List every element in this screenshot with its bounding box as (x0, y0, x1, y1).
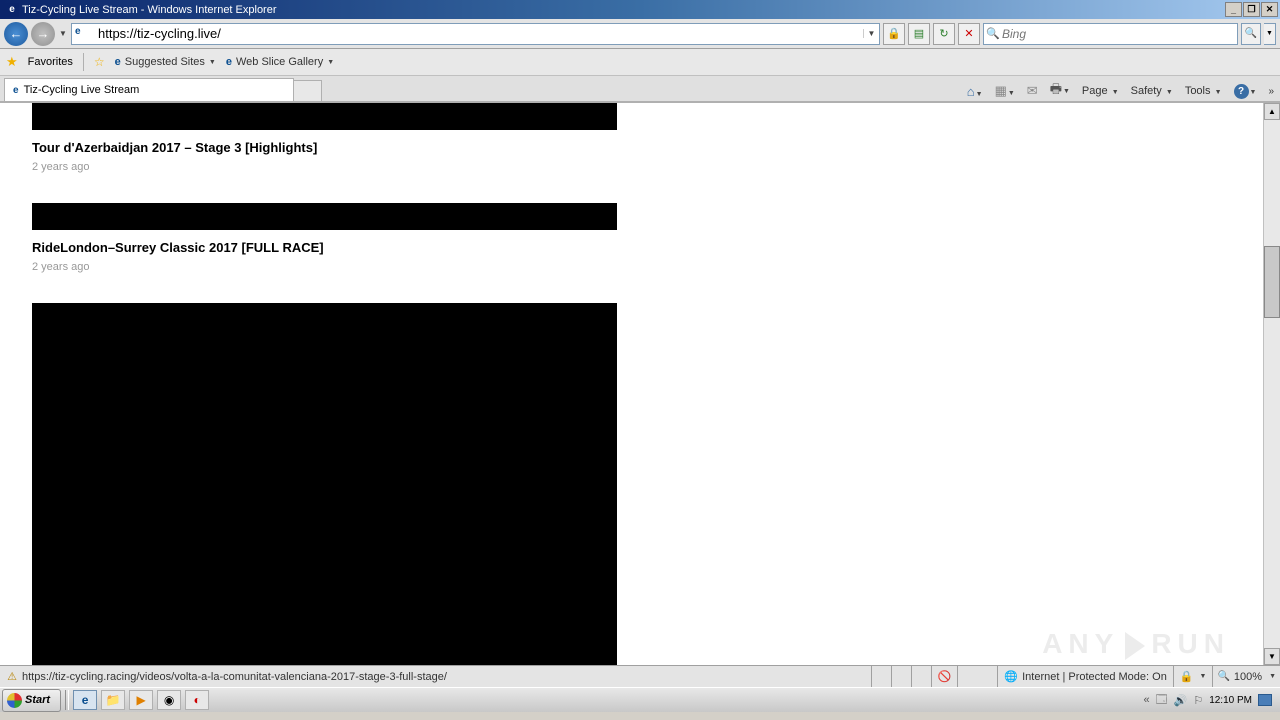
separator (65, 690, 69, 710)
page-menu[interactable]: Page ▼ (1082, 85, 1119, 97)
zoom-control[interactable]: 🔍 100% ▼ (1212, 666, 1280, 687)
vertical-scrollbar[interactable]: ▲ ▼ (1263, 103, 1280, 665)
favorites-star-icon[interactable]: ★ (6, 54, 18, 70)
status-bar: ⚠ https://tiz-cycling.racing/videos/volt… (0, 665, 1280, 687)
globe-icon: 🌐 (1004, 670, 1018, 683)
address-bar[interactable]: e ▼ (71, 23, 880, 45)
home-button[interactable]: ⌂▼ (967, 84, 983, 99)
scroll-track[interactable] (1264, 120, 1280, 648)
navigation-bar: ← → ▼ e ▼ 🔒 ▤ ↻ ✕ 🔍 🔍 ▼ (0, 19, 1280, 49)
compat-view-icon[interactable]: ▤ (908, 23, 930, 45)
separator (83, 53, 84, 71)
scroll-up-button[interactable]: ▲ (1264, 103, 1280, 120)
start-orb-icon (7, 693, 22, 708)
title-bar: e Tiz-Cycling Live Stream - Windows Inte… (0, 0, 1280, 19)
new-tab-button[interactable] (294, 80, 322, 101)
maximize-button[interactable]: ❐ (1243, 2, 1260, 17)
video-title[interactable]: RideLondon–Surrey Classic 2017 [FULL RAC… (32, 240, 617, 255)
status-seg (891, 666, 911, 687)
search-button[interactable]: 🔍 (1241, 23, 1261, 45)
overflow-button[interactable]: » (1268, 86, 1274, 97)
web-slice-gallery-link[interactable]: e Web Slice Gallery ▼ (226, 56, 334, 68)
security-zone[interactable]: 🌐 Internet | Protected Mode: On (997, 666, 1172, 687)
tray-flag-icon[interactable]: ⚐ (1193, 694, 1203, 707)
taskbar-app-shield[interactable]: ◐ (185, 690, 209, 710)
start-button[interactable]: Start (2, 689, 61, 712)
chevron-down-icon: ▼ (327, 59, 334, 66)
page-icon: e (75, 26, 91, 42)
taskbar-app-ie[interactable]: e (73, 690, 97, 710)
video-meta: 2 years ago (32, 261, 617, 273)
back-button[interactable]: ← (4, 22, 28, 46)
tab-bar: e Tiz-Cycling Live Stream ⌂▼ ▦▼ ✉ 🖶▼ Pag… (0, 76, 1280, 103)
tray-volume-icon[interactable]: 🔊 (1174, 694, 1188, 707)
video-card[interactable]: Tour d'Azerbaidjan 2017 – Stage 3 [Highl… (32, 103, 617, 173)
favorites-label[interactable]: Favorites (28, 56, 73, 68)
mail-button[interactable]: ✉ (1027, 83, 1038, 99)
scroll-down-button[interactable]: ▼ (1264, 648, 1280, 665)
lock-icon[interactable]: 🔒 (883, 23, 905, 45)
status-seg (911, 666, 931, 687)
show-desktop-button[interactable] (1258, 694, 1272, 706)
feeds-button[interactable]: ▦▼ (995, 83, 1015, 99)
tools-menu[interactable]: Tools ▼ (1185, 85, 1222, 97)
video-thumbnail[interactable] (32, 303, 617, 665)
chevron-down-icon: ▼ (209, 59, 216, 66)
system-tray: « 🗔 🔊 ⚐ 12:10 PM (1144, 691, 1280, 710)
add-favorite-icon[interactable]: ☆ (94, 55, 105, 69)
tray-icon[interactable]: 🗔 (1156, 691, 1168, 710)
tray-expand-icon[interactable]: « (1144, 694, 1150, 706)
status-seg (957, 666, 997, 687)
clock[interactable]: 12:10 PM (1209, 695, 1252, 706)
nav-history-dropdown[interactable]: ▼ (58, 29, 68, 38)
popup-blocked-icon[interactable]: 🚫 (931, 666, 958, 687)
warning-icon[interactable]: ⚠ (4, 670, 20, 683)
refresh-button[interactable]: ↻ (933, 23, 955, 45)
safety-menu[interactable]: Safety ▼ (1131, 85, 1173, 97)
ie-icon: e (226, 56, 232, 68)
video-card[interactable]: Volta a la Comunitat Valenciana 2017 – S… (32, 303, 617, 665)
tab-label: Tiz-Cycling Live Stream (24, 84, 140, 96)
video-meta: 2 years ago (32, 161, 617, 173)
status-url: https://tiz-cycling.racing/videos/volta-… (20, 671, 871, 683)
video-thumbnail[interactable] (32, 103, 617, 130)
status-seg (871, 666, 891, 687)
taskbar-app-explorer[interactable]: 📁 (101, 690, 125, 710)
close-button[interactable]: ✕ (1261, 2, 1278, 17)
video-thumbnail[interactable] (32, 203, 617, 230)
page-content: Tour d'Azerbaidjan 2017 – Stage 3 [Highl… (0, 103, 1263, 665)
taskbar: Start e 📁 ▶ ◉ ◐ « 🗔 🔊 ⚐ 12:10 PM (0, 687, 1280, 712)
protected-mode-icon[interactable]: 🔒▼ (1173, 666, 1213, 687)
video-card[interactable]: RideLondon–Surrey Classic 2017 [FULL RAC… (32, 203, 617, 273)
ie-icon: e (13, 85, 19, 96)
forward-button[interactable]: → (31, 22, 55, 46)
url-input[interactable] (94, 26, 863, 41)
scroll-thumb[interactable] (1264, 246, 1280, 318)
print-button[interactable]: 🖶▼ (1050, 80, 1070, 102)
video-title[interactable]: Tour d'Azerbaidjan 2017 – Stage 3 [Highl… (32, 140, 617, 155)
tab-current[interactable]: e Tiz-Cycling Live Stream (4, 78, 294, 101)
search-input[interactable] (1002, 27, 1237, 41)
watermark: ANYRUN (1042, 628, 1230, 660)
viewport: Tour d'Azerbaidjan 2017 – Stage 3 [Highl… (0, 103, 1280, 665)
help-button[interactable]: ?▼ (1234, 84, 1257, 99)
minimize-button[interactable]: _ (1225, 2, 1242, 17)
suggested-sites-link[interactable]: e Suggested Sites ▼ (115, 56, 216, 68)
search-dropdown[interactable]: ▼ (1264, 23, 1276, 45)
taskbar-app-media[interactable]: ▶ (129, 690, 153, 710)
taskbar-app-chrome[interactable]: ◉ (157, 690, 181, 710)
search-bar[interactable]: 🔍 (983, 23, 1238, 45)
window-title: Tiz-Cycling Live Stream - Windows Intern… (22, 4, 1225, 16)
favorites-bar: ★ Favorites ☆ e Suggested Sites ▼ e Web … (0, 49, 1280, 76)
stop-button[interactable]: ✕ (958, 23, 980, 45)
ie-icon: e (5, 3, 19, 17)
ie-icon: e (115, 56, 121, 68)
search-icon: 🔍 (984, 27, 1002, 40)
address-dropdown[interactable]: ▼ (863, 29, 879, 38)
